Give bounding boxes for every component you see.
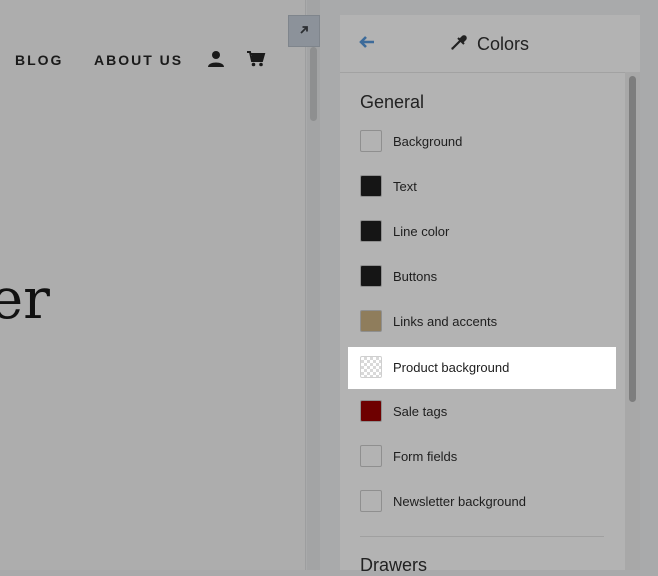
color-setting-background[interactable]: Background — [348, 121, 616, 163]
preview-divider — [305, 0, 306, 570]
panel-header: Colors — [340, 15, 640, 73]
section-title-drawers: Drawers — [360, 555, 428, 575]
expand-arrow-icon — [299, 22, 309, 40]
color-swatch[interactable] — [360, 130, 382, 152]
color-setting-links-and-accents[interactable]: Links and accents — [348, 301, 616, 343]
back-arrow-icon — [358, 36, 376, 53]
color-swatch[interactable] — [360, 445, 382, 467]
color-setting-label: Background — [393, 134, 463, 149]
color-setting-line-color[interactable]: Line color — [348, 211, 616, 253]
back-button[interactable] — [358, 35, 378, 51]
preview-scrollbar-thumb[interactable] — [310, 47, 317, 121]
panel-gap — [320, 0, 340, 570]
hero-heading: er — [0, 267, 50, 332]
color-swatch[interactable] — [360, 220, 382, 242]
panel-title: Colors — [477, 34, 530, 54]
nav-link-blog[interactable]: BLOG — [15, 52, 63, 68]
panel-title-group: Colors — [450, 33, 529, 56]
section-divider — [360, 536, 604, 537]
color-setting-buttons[interactable]: Buttons — [348, 256, 616, 298]
color-setting-label: Line color — [393, 224, 450, 239]
color-swatch[interactable] — [360, 490, 382, 512]
color-swatch[interactable] — [360, 175, 382, 197]
color-setting-form-fields[interactable]: Form fields — [348, 436, 616, 478]
nav-link-about-us[interactable]: ABOUT US — [94, 52, 183, 68]
user-icon[interactable] — [207, 50, 225, 73]
panel-scrollbar-thumb[interactable] — [629, 76, 636, 402]
color-setting-sale-tags[interactable]: Sale tags — [348, 391, 616, 433]
store-preview: BLOG ABOUT US er — [0, 0, 306, 570]
cart-icon[interactable] — [246, 50, 266, 73]
color-setting-text[interactable]: Text — [348, 166, 616, 208]
color-swatch[interactable] — [360, 265, 382, 287]
color-setting-label: Form fields — [393, 449, 458, 464]
section-title-general: General — [360, 92, 425, 112]
color-setting-label: Sale tags — [393, 404, 448, 419]
color-swatch[interactable] — [360, 310, 382, 332]
eyedropper-icon — [450, 33, 468, 56]
color-setting-label: Links and accents — [393, 314, 498, 329]
expand-preview-button[interactable] — [288, 15, 320, 47]
color-setting-label: Newsletter background — [393, 494, 526, 509]
color-swatch[interactable] — [360, 400, 382, 422]
color-setting-label: Product background — [393, 360, 510, 375]
color-setting-product-background[interactable]: Product background — [348, 347, 616, 389]
color-setting-newsletter-background[interactable]: Newsletter background — [348, 481, 616, 523]
color-setting-label: Buttons — [393, 269, 438, 284]
color-setting-label: Text — [393, 179, 417, 194]
transparent-color-swatch[interactable] — [360, 356, 382, 378]
